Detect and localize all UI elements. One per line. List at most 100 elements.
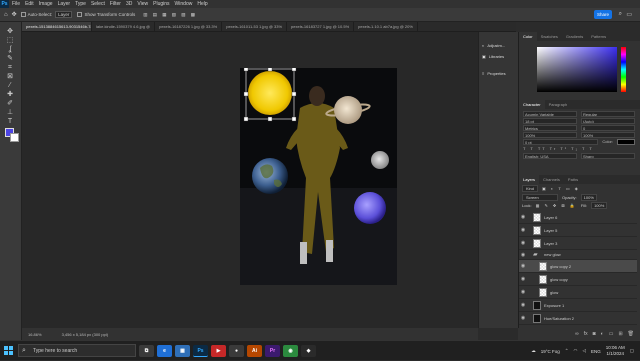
photoshop-logo[interactable]: Ps	[0, 0, 9, 8]
tray-chevron-icon[interactable]: ⌃	[565, 348, 569, 354]
mask-icon[interactable]: ◙	[593, 331, 596, 337]
edge-browser-icon[interactable]: e	[157, 344, 172, 357]
fx-icon[interactable]: fx	[584, 331, 588, 337]
layer-row[interactable]: ◉ Exposure 1	[519, 299, 637, 312]
show-transform-checkbox[interactable]	[77, 12, 83, 17]
layer-row[interactable]: ◉ glow	[519, 286, 637, 299]
link-icon[interactable]: ∞	[575, 331, 579, 337]
libraries-row[interactable]: ▣ Libraries	[479, 51, 518, 62]
vertical-scale-field[interactable]: 100%	[523, 131, 577, 138]
weather-icon[interactable]: ☁	[531, 348, 536, 354]
app-icon[interactable]: ●	[229, 344, 244, 357]
tab-channels[interactable]: Channels	[539, 175, 564, 184]
tab-document-6[interactable]: pexels-1.10.1 ab7a.jpg @ 20%	[354, 22, 418, 31]
layer-row[interactable]: ◉ Layer 6	[519, 211, 637, 224]
menu-3d[interactable]: 3D	[126, 1, 132, 7]
leading-field[interactable]: (Auto)	[581, 117, 635, 124]
tab-character[interactable]: Character	[519, 100, 545, 109]
move-tool-icon[interactable]: ✥	[12, 11, 17, 18]
opacity-field[interactable]: 100%	[580, 193, 597, 201]
tab-document-4[interactable]: pexels-161011-53 1.jpg @ 33%	[222, 22, 288, 31]
weather-text[interactable]: 19°C Fog	[541, 349, 560, 354]
font-family-select[interactable]: Acumin Variable	[523, 110, 577, 117]
clock[interactable]: 10:06 AM 1/1/2024	[606, 345, 625, 357]
stamp-icon[interactable]: ⊥	[5, 109, 15, 117]
tab-document-1[interactable]: pexels-1513884615613-9031546b-78(jpg @ 1…	[22, 22, 92, 31]
task-view-icon[interactable]: ⧉	[139, 344, 154, 357]
background-color-swatch[interactable]	[10, 133, 19, 142]
text-color-swatch[interactable]	[617, 138, 635, 145]
folder-icon[interactable]: ▭	[609, 331, 614, 337]
notification-icon[interactable]: ▢	[630, 348, 634, 354]
canvas-area[interactable]	[22, 32, 478, 328]
tab-gradients[interactable]: Gradients	[562, 32, 587, 41]
tab-color[interactable]: Color	[519, 32, 537, 41]
premiere-icon[interactable]: Pr	[265, 344, 280, 357]
menu-plugins[interactable]: Plugins	[153, 1, 169, 7]
menu-edit[interactable]: Edit	[25, 1, 34, 7]
tab-document-2[interactable]: lake.kindle-1590379 4.6.jpg @	[92, 22, 156, 31]
horizontal-scale-field[interactable]: 100%	[581, 131, 635, 138]
taskbar-search-box[interactable]: ⌕ Type here to search	[18, 344, 136, 357]
menu-layer[interactable]: Layer	[58, 1, 71, 7]
menu-select[interactable]: Select	[91, 1, 105, 7]
volume-icon[interactable]: ◁	[582, 348, 585, 354]
blend-mode-select[interactable]: Screen	[522, 193, 558, 201]
visibility-eye-icon[interactable]: ◉	[519, 315, 527, 321]
tab-paragraph[interactable]: Paragraph	[545, 100, 572, 109]
move-icon[interactable]: ✥	[5, 28, 15, 36]
visibility-eye-icon[interactable]: ◉	[519, 240, 527, 246]
search-icon[interactable]: ⌕	[619, 11, 622, 18]
windows-start-button[interactable]	[0, 341, 16, 361]
visibility-eye-icon[interactable]: ◉	[519, 276, 527, 282]
trash-icon[interactable]: 🗑	[628, 331, 634, 337]
kerning-field[interactable]: Metrics	[523, 124, 577, 131]
adjustments-row[interactable]: ◐ Adjustm...	[479, 40, 518, 51]
menu-window[interactable]: Window	[175, 1, 193, 7]
font-size-field[interactable]: 18 pt	[523, 117, 577, 124]
menu-type[interactable]: Type	[75, 1, 86, 7]
layer-group-row[interactable]: ◉ ▰ new glow	[519, 250, 637, 260]
lasso-icon[interactable]: ʆ	[5, 46, 15, 54]
layer-filter-icons[interactable]: ▣ ◐ T ▭ ◈	[542, 186, 580, 191]
lock-icons[interactable]: ▦ ✎ ✥ ⊠ 🔒	[536, 203, 577, 208]
tab-layers[interactable]: Layers	[519, 175, 540, 184]
network-icon[interactable]: ◠	[574, 348, 578, 354]
home-icon[interactable]: ⌂	[4, 12, 8, 18]
file-explorer-icon[interactable]: ▦	[175, 344, 190, 357]
visibility-eye-icon[interactable]: ◉	[519, 263, 527, 269]
color-picker-field[interactable]	[537, 47, 617, 92]
language-indicator[interactable]: ENG	[591, 349, 601, 354]
new-layer-icon[interactable]: ⊞	[618, 331, 622, 337]
hue-slider[interactable]	[621, 47, 626, 92]
antialias-select[interactable]: Sharp	[581, 152, 635, 159]
tracking-field[interactable]: 0	[581, 124, 635, 131]
menu-view[interactable]: View	[137, 1, 148, 7]
media-player-icon[interactable]: ▶	[211, 344, 226, 357]
text-style-buttons[interactable]: T T TT Tr T¹ T₁ T T	[523, 146, 594, 151]
tab-patterns[interactable]: Patterns	[587, 32, 610, 41]
type-icon[interactable]: T	[5, 118, 15, 126]
layer-row[interactable]: ◉ Layer 5	[519, 224, 637, 237]
illustrator-icon[interactable]: Ai	[247, 344, 262, 357]
tab-document-3[interactable]: pexels-16187226 1.jpg @ 33.3%	[155, 22, 223, 31]
visibility-eye-icon[interactable]: ◉	[519, 302, 527, 308]
app-icon[interactable]: ◆	[301, 344, 316, 357]
font-style-select[interactable]: Regular	[581, 110, 635, 117]
tab-paths[interactable]: Paths	[564, 175, 582, 184]
zoom-level[interactable]: 16.86%	[28, 332, 42, 337]
frame-icon[interactable]: ⊠	[5, 73, 15, 81]
crop-icon[interactable]: ⌗	[5, 64, 15, 72]
menu-image[interactable]: Image	[39, 1, 53, 7]
visibility-eye-icon[interactable]: ◉	[519, 252, 527, 258]
auto-select-checkbox[interactable]	[20, 12, 26, 17]
menu-help[interactable]: Help	[197, 1, 207, 7]
baseline-field[interactable]: 0 pt	[523, 138, 599, 145]
layer-row[interactable]: ◉ Layer 3	[519, 237, 637, 250]
properties-row[interactable]: ≡ Properties	[479, 68, 518, 79]
visibility-eye-icon[interactable]: ◉	[519, 289, 527, 295]
document-canvas[interactable]	[240, 68, 397, 285]
layer-row[interactable]: ◉ glow copy	[519, 273, 637, 286]
layer-row[interactable]: ◉ Hue/Saturation 2	[519, 312, 637, 325]
visibility-eye-icon[interactable]: ◉	[519, 214, 527, 220]
